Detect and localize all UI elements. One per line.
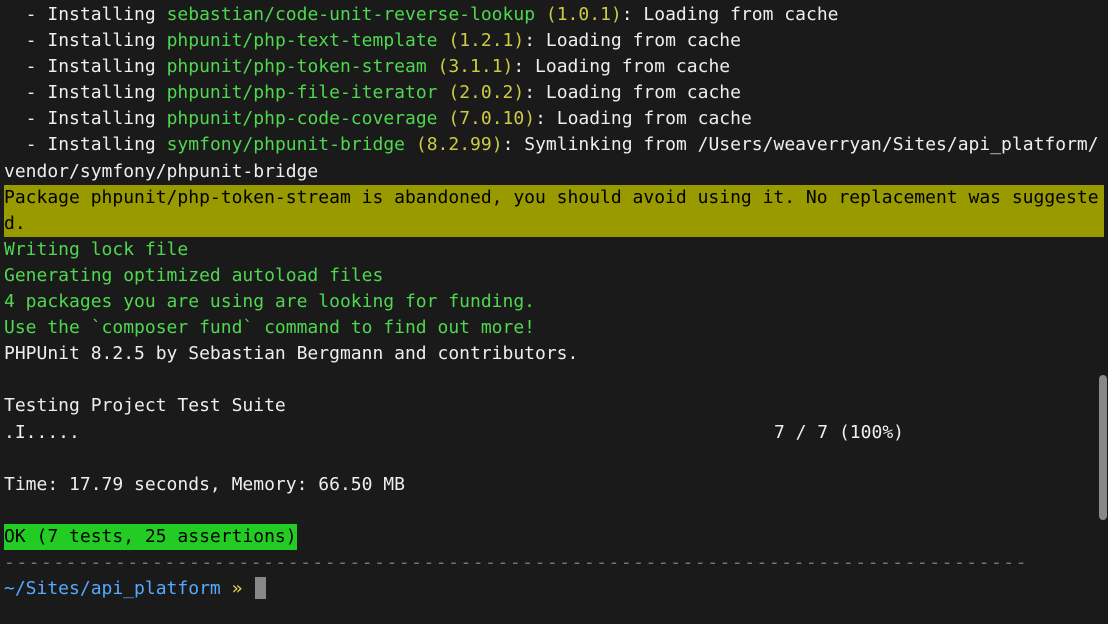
install-action: Installing	[47, 30, 166, 51]
phpunit-header: PHPUnit 8.2.5 by Sebastian Bergmann and …	[4, 341, 1104, 367]
blank-line	[4, 498, 1104, 524]
install-line: - Installing phpunit/php-code-coverage (…	[4, 106, 1104, 132]
blank-line	[4, 446, 1104, 472]
composer-status: Writing lock file	[4, 237, 1104, 263]
install-action: Installing	[47, 108, 166, 129]
install-action: Installing	[47, 134, 166, 155]
separator: ----------------------------------------…	[4, 550, 1104, 576]
install-status: : Loading from cache	[524, 30, 741, 51]
composer-status: Generating optimized autoload files	[4, 263, 1104, 289]
test-progress-dots: .I.....	[4, 420, 80, 446]
install-action: Installing	[47, 82, 166, 103]
package-version: (7.0.10)	[438, 108, 536, 129]
install-status: : Loading from cache	[622, 4, 839, 25]
prompt-symbol: »	[221, 578, 254, 599]
package-name: phpunit/php-file-iterator	[167, 82, 438, 103]
scrollbar-track[interactable]	[1098, 0, 1108, 624]
test-progress-count: 7 / 7 (100%)	[774, 420, 904, 446]
install-line: - Installing phpunit/php-text-template (…	[4, 28, 1104, 54]
package-version: (1.0.1)	[535, 4, 622, 25]
install-action: Installing	[47, 56, 166, 77]
bullet: -	[4, 82, 47, 103]
package-name: phpunit/php-text-template	[167, 30, 438, 51]
package-name: symfony/phpunit-bridge	[167, 134, 405, 155]
install-line: - Installing symfony/phpunit-bridge (8.2…	[4, 132, 1104, 184]
bullet: -	[4, 108, 47, 129]
package-version: (3.1.1)	[427, 56, 514, 77]
package-version: (8.2.99)	[405, 134, 503, 155]
test-time-memory: Time: 17.79 seconds, Memory: 66.50 MB	[4, 472, 1104, 498]
bullet: -	[4, 134, 47, 155]
install-line: - Installing phpunit/php-file-iterator (…	[4, 80, 1104, 106]
funding-notice: 4 packages you are using are looking for…	[4, 289, 1104, 315]
install-status: : Loading from cache	[513, 56, 730, 77]
test-result-ok: OK (7 tests, 25 assertions)	[4, 524, 297, 550]
install-status: : Loading from cache	[524, 82, 741, 103]
install-action: Installing	[47, 4, 166, 25]
package-version: (1.2.1)	[438, 30, 525, 51]
scrollbar-thumb[interactable]	[1099, 375, 1107, 520]
package-name: phpunit/php-token-stream	[167, 56, 427, 77]
prompt-path: ~/Sites/api_platform	[4, 578, 221, 599]
terminal-output: - Installing sebastian/code-unit-reverse…	[0, 0, 1108, 604]
test-suite-label: Testing Project Test Suite	[4, 393, 1104, 419]
install-line: - Installing phpunit/php-token-stream (3…	[4, 54, 1104, 80]
package-version: (2.0.2)	[438, 82, 525, 103]
abandoned-warning: Package phpunit/php-token-stream is aban…	[4, 185, 1104, 237]
test-progress-row: .I..... 7 / 7 (100%)	[4, 420, 1104, 446]
install-line: - Installing sebastian/code-unit-reverse…	[4, 2, 1104, 28]
package-name: sebastian/code-unit-reverse-lookup	[167, 4, 535, 25]
blank-line	[4, 367, 1104, 393]
bullet: -	[4, 30, 47, 51]
funding-notice: Use the `composer fund` command to find …	[4, 315, 1104, 341]
package-name: phpunit/php-code-coverage	[167, 108, 438, 129]
cursor-icon	[255, 577, 266, 599]
bullet: -	[4, 4, 47, 25]
install-status: : Loading from cache	[535, 108, 752, 129]
shell-prompt[interactable]: ~/Sites/api_platform »	[4, 576, 1104, 602]
bullet: -	[4, 56, 47, 77]
